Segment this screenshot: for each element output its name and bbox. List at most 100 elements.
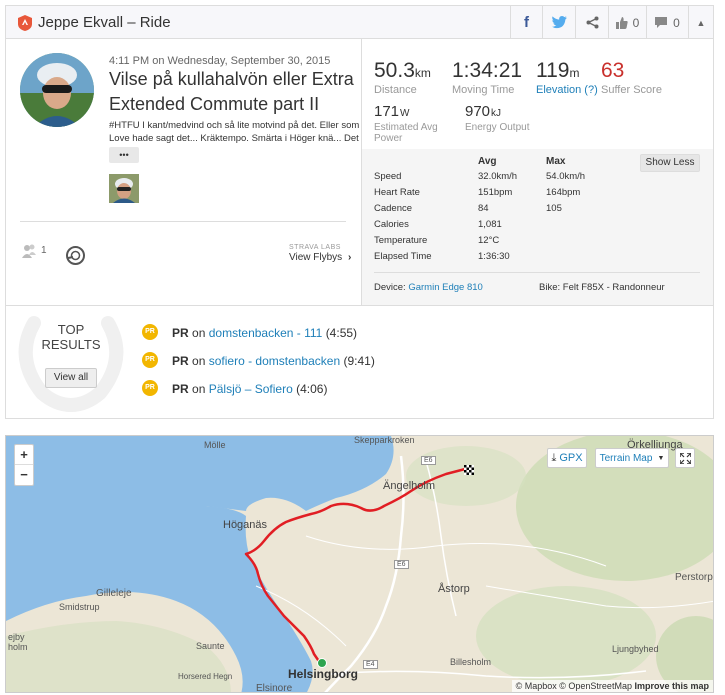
speed-max: 54.0km/h: [546, 171, 585, 182]
distance-value: 50.3: [374, 59, 415, 82]
view-flybys-link[interactable]: View Flybys ›: [289, 252, 351, 263]
share-button[interactable]: [575, 6, 608, 39]
cadence-label: Cadence: [374, 203, 413, 214]
collapse-button[interactable]: ▲: [688, 6, 713, 39]
share-icon: [586, 16, 598, 29]
group-icon: [22, 244, 36, 258]
map-attribution: © Mapbox © OpenStreetMap Improve this ma…: [511, 680, 713, 692]
divider: [20, 221, 346, 222]
map-label-perstorp: Perstorp: [675, 572, 713, 583]
energy-value: 970: [465, 103, 491, 120]
route-start-marker[interactable]: [317, 658, 327, 668]
share-facebook-button[interactable]: f: [510, 6, 542, 39]
athlete-avatar[interactable]: [20, 53, 94, 127]
view-all-button[interactable]: View all: [45, 368, 97, 388]
view-all-label: View all: [53, 372, 89, 383]
pr-medal-icon: PR: [142, 352, 158, 368]
calories-avg: 1,081: [478, 219, 502, 230]
top-results-title-1: TOP: [57, 322, 85, 337]
elevation-help-link[interactable]: Elevation (?): [536, 84, 598, 96]
ride-device-icon[interactable]: [65, 245, 86, 266]
detail-row-elapsed-time: Elapsed Time 1:36:30: [374, 251, 574, 265]
attribution-osm-link[interactable]: © OpenStreetMap: [559, 681, 632, 691]
comments-count: 0: [673, 15, 680, 30]
strava-labs-label: STRAVA LABS: [289, 244, 341, 251]
download-icon: ⤓: [551, 451, 557, 464]
suffer-score-stat: 63: [601, 59, 624, 83]
device-info: Device: Garmin Edge 810: [374, 282, 483, 293]
map-label-ljungbyhed: Ljungbyhed: [612, 644, 659, 654]
pr-row-1: PR on domstenbacken - 111 (4:55): [172, 326, 357, 340]
athletes-with-button[interactable]: 1: [22, 244, 52, 260]
pr-medal-icon: PR: [142, 380, 158, 396]
pr-medal-icon: PR: [142, 324, 158, 340]
map-label-holm: holm: [8, 642, 28, 652]
segment-link[interactable]: Pälsjö – Sofiero: [209, 382, 293, 396]
temperature-avg: 12°C: [478, 235, 499, 246]
gpx-label: GPX: [559, 452, 583, 464]
activity-photo-thumbnail[interactable]: [109, 174, 139, 203]
elevation-stat: 119m: [536, 59, 579, 83]
map-label-horsered: Horsered Hegn: [178, 672, 233, 681]
pr-on: on: [192, 326, 206, 340]
activity-description-line-1: #HTFU I kant/medvind och så lite motvind…: [109, 120, 360, 131]
energy-label: Energy Output: [465, 122, 530, 133]
road-shield-e4: E4: [363, 660, 378, 669]
device-link[interactable]: Garmin Edge 810: [408, 282, 482, 293]
activity-title-line-1: Vilse på kullahalvön eller Extra: [109, 69, 354, 89]
show-less-button[interactable]: Show Less: [640, 154, 700, 172]
map-label-astorp: Åstorp: [438, 583, 470, 595]
map-label-helsingborg: Helsingborg: [288, 667, 359, 681]
pr-on: on: [192, 354, 206, 368]
attribution-mapbox-link[interactable]: © Mapbox: [516, 681, 557, 691]
suffer-score-label: Suffer Score: [601, 84, 662, 96]
bike-label: Bike:: [539, 282, 561, 293]
chevron-up-icon: ▲: [696, 17, 706, 28]
power-stat: 171W: [374, 103, 409, 121]
download-gpx-button[interactable]: ⤓ GPX: [547, 448, 587, 468]
heart-rate-avg: 151bpm: [478, 187, 512, 198]
speed-avg: 32.0km/h: [478, 171, 517, 182]
speed-avg-value: 32.0: [478, 171, 497, 182]
zoom-in-button[interactable]: +: [15, 445, 33, 465]
pr-row-3: PR on Pälsjö – Sofiero (4:06): [172, 382, 327, 396]
map-type-dropdown[interactable]: Terrain Map ▼: [595, 448, 669, 468]
route-finish-flag-icon[interactable]: [464, 462, 474, 475]
heart-rate-max: 164bpm: [546, 187, 580, 198]
pr-badge: PR: [172, 382, 189, 396]
show-more-description-button[interactable]: •••: [109, 147, 139, 163]
map-label-molle: Mölle: [204, 440, 226, 450]
activity-card: Jeppe Ekvall – Ride f 0 0 ▲ 4:11 PM on W…: [5, 5, 714, 419]
zoom-out-button[interactable]: −: [15, 465, 33, 485]
facebook-icon: f: [524, 14, 529, 31]
distance-label: Distance: [374, 84, 417, 96]
thumbs-up-icon: [615, 16, 628, 29]
page-header: Jeppe Ekvall – Ride f 0 0 ▲: [6, 6, 713, 39]
kudos-button[interactable]: 0: [608, 6, 646, 39]
kudos-count: 0: [632, 15, 640, 30]
comments-button[interactable]: 0: [646, 6, 688, 39]
fullscreen-button[interactable]: [675, 448, 695, 468]
share-twitter-button[interactable]: [542, 6, 575, 39]
pr-badge: PR: [172, 354, 189, 368]
segment-link[interactable]: sofiero - domstenbacken: [209, 354, 340, 368]
route-map[interactable]: Mölle Skepparkroken Örkelljunga Ängelhol…: [5, 435, 714, 693]
comment-icon: [655, 16, 668, 28]
segment-link[interactable]: domstenbacken - 111: [209, 326, 323, 340]
power-value: 171: [374, 103, 400, 120]
power-label-1: Estimated Avg: [374, 122, 438, 133]
speed-avg-unit: km/h: [496, 171, 518, 182]
moving-time-label: Moving Time: [452, 84, 515, 96]
elapsed-time-avg: 1:36:30: [478, 251, 510, 262]
detail-row-calories: Calories 1,081: [374, 219, 574, 233]
bike-value: Felt F85X - Randonneur: [562, 282, 665, 293]
heart-rate-avg-unit: bpm: [493, 187, 513, 198]
heart-rate-max-unit: bpm: [561, 187, 581, 198]
map-label-smidstrup: Smidstrup: [59, 602, 100, 612]
energy-stat: 970kJ: [465, 103, 501, 121]
power-label-2: Power: [374, 133, 403, 144]
improve-map-link[interactable]: Improve this map: [634, 681, 709, 691]
fullscreen-icon: [679, 452, 691, 464]
pr-badge: PR: [172, 326, 189, 340]
section-divider: [6, 305, 713, 306]
